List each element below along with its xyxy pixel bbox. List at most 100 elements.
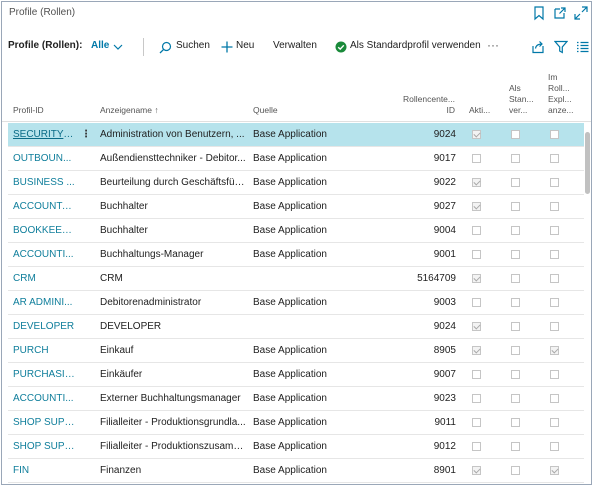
show-in-explorer-checkbox[interactable]: [550, 202, 559, 211]
use-as-default-checkbox[interactable]: [511, 394, 520, 403]
scrollbar-thumb[interactable]: [585, 132, 590, 194]
row-actions-menu-icon[interactable]: ⋮: [81, 129, 89, 140]
active-checkbox[interactable]: [472, 250, 481, 259]
new-button[interactable]: Neu: [236, 40, 254, 51]
use-as-default-checkbox[interactable]: [511, 226, 520, 235]
check-circle-icon[interactable]: [335, 41, 347, 53]
table-row[interactable]: AR ADMINI... Debitorenadministrator Base A…: [8, 291, 584, 315]
table-row[interactable]: ACCOUNTI... Externer Buchhaltungsmanager B…: [8, 387, 584, 411]
profile-id-link[interactable]: FIN: [13, 465, 75, 476]
profile-id-link[interactable]: DEVELOPER: [13, 321, 75, 332]
show-in-explorer-checkbox[interactable]: [550, 154, 559, 163]
search-icon[interactable]: [159, 41, 172, 54]
open-new-window-icon[interactable]: [552, 5, 568, 21]
table-row[interactable]: PURCHASIN... Einkäufer Base Application 900…: [8, 363, 584, 387]
table-row[interactable]: CRM CRM 5164709: [8, 267, 584, 291]
active-checkbox[interactable]: [472, 178, 481, 187]
profile-id-link[interactable]: ACCOUNTI...: [13, 393, 75, 404]
vertical-scrollbar[interactable]: [585, 124, 591, 484]
profile-id-link[interactable]: CRM: [13, 273, 75, 284]
table-row[interactable]: ACCOUNTA... Buchhalter Base Application 902…: [8, 195, 584, 219]
active-checkbox[interactable]: [472, 202, 481, 211]
column-header-display-name[interactable]: Anzeigename ↑: [100, 105, 159, 116]
profile-id-link[interactable]: ACCOUNTI...: [13, 249, 75, 260]
bookmark-icon[interactable]: [531, 5, 547, 21]
use-as-default-checkbox[interactable]: [511, 202, 520, 211]
show-in-explorer-checkbox[interactable]: [550, 322, 559, 331]
use-as-default-checkbox[interactable]: [511, 250, 520, 259]
profile-id-link[interactable]: ACCOUNTA...: [13, 201, 75, 212]
set-default-profile-button[interactable]: Als Standardprofil verwenden: [350, 40, 481, 51]
profile-id-link[interactable]: BOOKKEEPER: [13, 225, 75, 236]
active-checkbox[interactable]: [472, 346, 481, 355]
active-checkbox[interactable]: [472, 322, 481, 331]
table-row[interactable]: SECURITY A... ⋮ Administration von Benutze…: [8, 123, 584, 147]
table-row[interactable]: OUTBOUN... Außendiensttechniker - Debitor…: [8, 147, 584, 171]
filter-icon[interactable]: [554, 40, 568, 54]
use-as-default-checkbox[interactable]: [511, 466, 520, 475]
column-header-use-as-default[interactable]: Als Stan... ver...: [509, 83, 534, 116]
column-header-rolecenter-id[interactable]: Rollencente... ID: [401, 94, 455, 116]
active-checkbox[interactable]: [472, 466, 481, 475]
manage-button[interactable]: Verwalten: [273, 40, 317, 51]
show-in-explorer-checkbox[interactable]: [550, 130, 559, 139]
show-in-explorer-checkbox[interactable]: [550, 298, 559, 307]
profile-id-link[interactable]: SECURITY A...: [13, 129, 75, 140]
plus-icon[interactable]: [221, 41, 233, 53]
use-as-default-checkbox[interactable]: [511, 178, 520, 187]
profile-id-link[interactable]: SHOP SUPE...: [13, 417, 75, 428]
profile-id-link[interactable]: AR ADMINI...: [13, 297, 75, 308]
table-row[interactable]: DEVELOPER DEVELOPER 9024: [8, 315, 584, 339]
column-header-show-in-explorer[interactable]: Im Roll... Expl... anze...: [548, 72, 574, 116]
active-checkbox[interactable]: [472, 442, 481, 451]
table-row[interactable]: ACCOUNTI... Buchhaltungs-Manager Base Appl…: [8, 243, 584, 267]
profile-id-link[interactable]: PURCHASIN...: [13, 369, 75, 380]
column-header-active[interactable]: Akti...: [469, 105, 490, 116]
use-as-default-checkbox[interactable]: [511, 154, 520, 163]
show-in-explorer-checkbox[interactable]: [550, 442, 559, 451]
use-as-default-checkbox[interactable]: [511, 274, 520, 283]
show-in-explorer-checkbox[interactable]: [550, 250, 559, 259]
show-in-explorer-checkbox[interactable]: [550, 274, 559, 283]
active-checkbox[interactable]: [472, 418, 481, 427]
search-button[interactable]: Suchen: [176, 40, 210, 51]
profile-id-link[interactable]: SHOP SUPE...: [13, 441, 75, 452]
use-as-default-checkbox[interactable]: [511, 442, 520, 451]
use-as-default-checkbox[interactable]: [511, 346, 520, 355]
table-row[interactable]: BOOKKEEPER Buchhalter Base Application 9004: [8, 219, 584, 243]
table-row[interactable]: SHOP SUPE... Filialleiter - Produktionsgr…: [8, 411, 584, 435]
column-header-profile-id[interactable]: Profil-ID: [13, 105, 44, 116]
show-in-explorer-checkbox[interactable]: [550, 346, 559, 355]
column-header-source[interactable]: Quelle: [253, 105, 278, 116]
show-in-explorer-checkbox[interactable]: [550, 226, 559, 235]
active-checkbox[interactable]: [472, 226, 481, 235]
use-as-default-checkbox[interactable]: [511, 322, 520, 331]
show-in-explorer-checkbox[interactable]: [550, 370, 559, 379]
expand-icon[interactable]: [573, 5, 589, 21]
filter-view-dropdown[interactable]: Alle: [91, 40, 109, 51]
use-as-default-checkbox[interactable]: [511, 298, 520, 307]
show-in-explorer-checkbox[interactable]: [550, 418, 559, 427]
use-as-default-checkbox[interactable]: [511, 370, 520, 379]
use-as-default-checkbox[interactable]: [511, 130, 520, 139]
active-checkbox[interactable]: [472, 298, 481, 307]
table-row[interactable]: PURCH Einkauf Base Application 8905: [8, 339, 584, 363]
profile-id-link[interactable]: BUSINESS ...: [13, 177, 75, 188]
profile-id-link[interactable]: OUTBOUN...: [13, 153, 75, 164]
show-in-explorer-checkbox[interactable]: [550, 466, 559, 475]
table-row[interactable]: SHOP SUPE... Filialleiter - Produktionszu…: [8, 435, 584, 459]
show-in-explorer-checkbox[interactable]: [550, 394, 559, 403]
more-options-button[interactable]: ···: [487, 38, 499, 52]
show-in-explorer-checkbox[interactable]: [550, 178, 559, 187]
table-row[interactable]: BUSINESS ... Beurteilung durch Geschäftsf…: [8, 171, 584, 195]
active-checkbox[interactable]: [472, 154, 481, 163]
use-as-default-checkbox[interactable]: [511, 418, 520, 427]
profile-id-link[interactable]: PURCH: [13, 345, 75, 356]
table-row[interactable]: FIN Finanzen Base Application 8901: [8, 459, 584, 483]
active-checkbox[interactable]: [472, 394, 481, 403]
active-checkbox[interactable]: [472, 370, 481, 379]
chevron-down-icon[interactable]: [113, 43, 123, 51]
list-view-icon[interactable]: [576, 41, 589, 53]
share-icon[interactable]: [531, 40, 545, 54]
active-checkbox[interactable]: [472, 274, 481, 283]
